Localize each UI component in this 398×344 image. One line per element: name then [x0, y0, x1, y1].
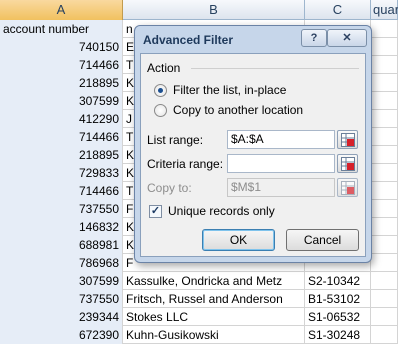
cell[interactable]: S1-06532 — [305, 308, 371, 326]
dialog-title: Advanced Filter — [143, 33, 234, 47]
filter-inplace-label[interactable]: Filter the list, in-place — [173, 83, 286, 97]
column-header-d[interactable]: quar — [371, 0, 398, 20]
dialog-titlebar[interactable]: Advanced Filter ? ✕ — [135, 26, 371, 52]
cell[interactable]: 737550 — [0, 200, 123, 218]
action-group-label: Action — [147, 61, 181, 75]
table-row: 672390 Kuhn-Gusikowski S1-30248 — [0, 326, 398, 344]
unique-records-label[interactable]: Unique records only — [168, 204, 275, 218]
list-range-input[interactable]: $A:$A — [227, 130, 335, 149]
list-range-label: List range: — [147, 133, 204, 147]
cell[interactable]: 239344 — [0, 308, 123, 326]
cell[interactable]: 146832 — [0, 218, 123, 236]
cell[interactable] — [371, 92, 398, 110]
table-row: 239344 Stokes LLC S1-06532 — [0, 308, 398, 326]
copy-location-label[interactable]: Copy to another location — [173, 103, 303, 117]
cell[interactable] — [371, 38, 398, 56]
ok-button[interactable]: OK — [202, 229, 275, 251]
criteria-range-label: Criteria range: — [147, 157, 224, 171]
help-button[interactable]: ? — [301, 29, 327, 47]
copy-to-collapse-button[interactable] — [337, 178, 358, 197]
cell[interactable]: 688981 — [0, 236, 123, 254]
table-row: 737550 Fritsch, Russel and Anderson B1-5… — [0, 290, 398, 308]
cell[interactable]: 672390 — [0, 326, 123, 344]
cell[interactable]: B1-53102 — [305, 290, 371, 308]
close-icon: ✕ — [342, 32, 352, 44]
cell[interactable]: 714466 — [0, 182, 123, 200]
cell[interactable] — [371, 74, 398, 92]
cell[interactable] — [371, 308, 398, 326]
copy-location-radio[interactable] — [154, 104, 167, 117]
cell[interactable]: Fritsch, Russel and Anderson — [123, 290, 305, 308]
list-range-collapse-button[interactable] — [337, 130, 358, 149]
range-select-icon — [341, 157, 355, 171]
cell[interactable]: Kuhn-Gusikowski — [123, 326, 305, 344]
range-select-icon — [341, 181, 355, 195]
cell[interactable] — [371, 290, 398, 308]
cell[interactable]: 307599 — [0, 272, 123, 290]
column-header-a[interactable]: A — [0, 0, 123, 20]
cell[interactable]: S2-10342 — [305, 272, 371, 290]
cell[interactable] — [371, 146, 398, 164]
cell[interactable]: 218895 — [0, 146, 123, 164]
cell[interactable]: account number — [0, 20, 123, 38]
dialog-body: Action Filter the list, in-place Copy to… — [140, 53, 366, 257]
cancel-button[interactable]: Cancel — [286, 229, 359, 251]
cell[interactable]: 786968 — [0, 254, 123, 272]
criteria-range-input[interactable] — [227, 154, 335, 173]
cell[interactable] — [371, 56, 398, 74]
cell[interactable] — [371, 272, 398, 290]
copy-to-label: Copy to: — [147, 181, 192, 195]
cell[interactable] — [371, 164, 398, 182]
cell[interactable]: Stokes LLC — [123, 308, 305, 326]
cell[interactable]: 714466 — [0, 56, 123, 74]
cell[interactable] — [371, 110, 398, 128]
cell[interactable] — [371, 20, 398, 38]
column-header-bar: A B C quar — [0, 0, 398, 20]
unique-records-checkbox[interactable]: ✓ — [149, 205, 162, 218]
filter-inplace-radio[interactable] — [154, 84, 167, 97]
cell[interactable] — [371, 200, 398, 218]
cell[interactable] — [371, 236, 398, 254]
criteria-range-collapse-button[interactable] — [337, 154, 358, 173]
cell[interactable] — [371, 128, 398, 146]
cell[interactable]: 307599 — [0, 92, 123, 110]
cell[interactable] — [371, 254, 398, 272]
cell[interactable]: S1-30248 — [305, 326, 371, 344]
cell[interactable]: 737550 — [0, 290, 123, 308]
cell[interactable] — [371, 326, 398, 344]
table-row: 307599 Kassulke, Ondricka and Metz S2-10… — [0, 272, 398, 290]
copy-to-input[interactable]: $M$1 — [227, 178, 335, 197]
range-select-icon — [341, 133, 355, 147]
cell[interactable]: 740150 — [0, 38, 123, 56]
cell[interactable] — [371, 182, 398, 200]
column-header-b[interactable]: B — [123, 0, 305, 20]
advanced-filter-dialog: Advanced Filter ? ✕ Action Filter the li… — [134, 25, 372, 263]
cell[interactable]: 412290 — [0, 110, 123, 128]
cell[interactable]: 714466 — [0, 128, 123, 146]
column-header-c[interactable]: C — [305, 0, 371, 20]
close-button[interactable]: ✕ — [327, 29, 367, 47]
radio-selected-dot — [158, 88, 163, 93]
cell[interactable]: 729833 — [0, 164, 123, 182]
help-icon: ? — [310, 32, 318, 44]
cell[interactable] — [371, 218, 398, 236]
checkmark-icon: ✓ — [150, 205, 161, 217]
cell[interactable]: 218895 — [0, 74, 123, 92]
cell[interactable]: Kassulke, Ondricka and Metz — [123, 272, 305, 290]
